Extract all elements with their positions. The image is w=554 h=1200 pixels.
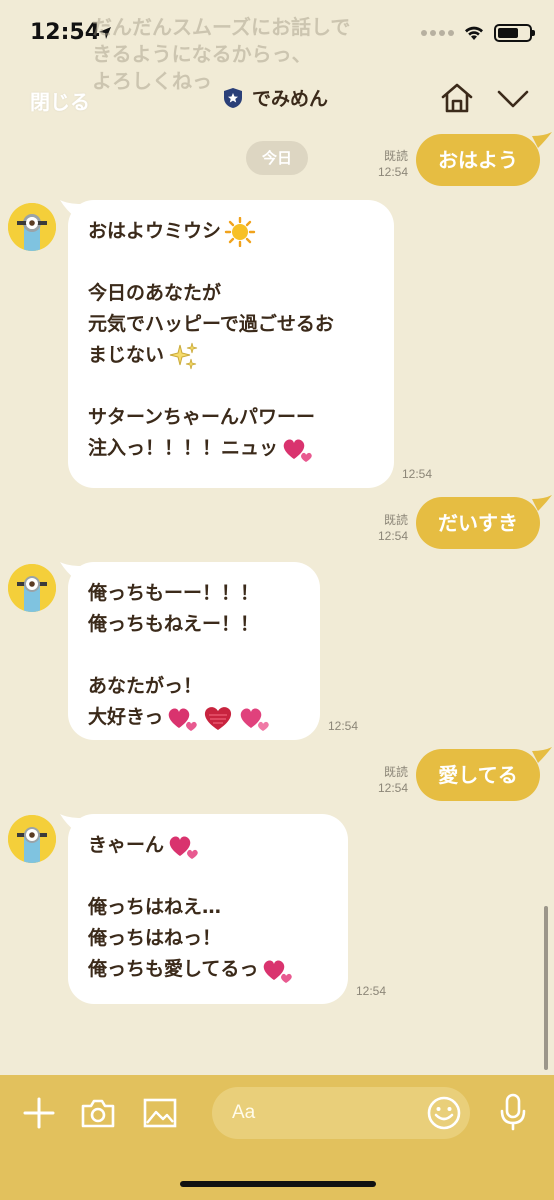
hearts-emoji-icon	[169, 835, 198, 859]
message-line: まじない	[88, 340, 394, 371]
status-time: 12:54	[30, 20, 101, 45]
message-line: 俺っちもーー！！！	[88, 582, 260, 604]
bubble-tail	[532, 132, 552, 148]
minion-avatar-icon	[8, 203, 56, 251]
message-meta: 既読 12:54	[366, 148, 408, 180]
chevron-down-icon[interactable]	[496, 88, 530, 110]
message-time: 12:54	[377, 165, 408, 179]
outgoing-message-bubble[interactable]: おはよう	[416, 134, 540, 186]
preview-line: だんだんスムーズにお話しで	[92, 15, 351, 39]
read-receipt: 既読	[383, 149, 408, 163]
message-text: まじない	[88, 344, 165, 366]
message-text: 注入っ！！！！ニュッ	[88, 437, 279, 459]
message-line: 大好きっ	[88, 702, 320, 733]
message-line	[88, 247, 394, 278]
message-text: 大好きっ	[88, 706, 164, 728]
camera-icon[interactable]	[80, 1097, 116, 1129]
message-line: サターンちゃーんパワーー	[88, 406, 316, 428]
read-receipt: 既読	[383, 513, 408, 527]
official-account-badge-icon	[224, 87, 242, 108]
message-meta: 既読 12:54	[366, 764, 408, 796]
message-time: 12:54	[402, 467, 433, 481]
message-line: 俺っちも愛してるっ	[88, 954, 348, 985]
hearts-emoji-icon	[264, 959, 293, 983]
sparkles-emoji-icon	[169, 342, 198, 369]
incoming-message-bubble[interactable]: 俺っちもーー！！！ 俺っちもねえー！！ あなたがっ！ 大好きっ	[68, 562, 320, 740]
signal-icon	[421, 30, 454, 36]
message-line: 今日のあなたが	[88, 282, 222, 304]
microphone-icon[interactable]	[498, 1092, 528, 1132]
read-receipt: 既読	[383, 765, 408, 779]
minion-avatar-icon	[8, 815, 56, 863]
hearts-emoji-icon	[168, 707, 198, 731]
message-line	[88, 861, 348, 892]
message-line	[88, 640, 320, 671]
battery-icon	[494, 24, 535, 42]
scrollbar[interactable]	[544, 906, 548, 1070]
incoming-message-bubble[interactable]: おはよウミウシ 今日のあなたが 元気でハッピーで過ごせるお まじない サターンち…	[68, 200, 394, 488]
heart-emoji-icon	[205, 706, 232, 730]
preview-line: きるようになるからっ、	[92, 42, 312, 66]
message-line: 注入っ！！！！ニュッ	[88, 433, 394, 464]
message-text: きゃーん	[88, 834, 165, 856]
message-line: 俺っちはねっ！	[88, 927, 222, 949]
home-icon[interactable]	[440, 82, 474, 114]
message-line: きゃーん	[88, 830, 348, 861]
message-line: 俺っちはねえ…	[88, 896, 222, 918]
sun-emoji-icon	[224, 216, 256, 247]
message-time: 12:54	[328, 719, 359, 733]
minion-avatar-icon	[8, 564, 56, 612]
home-indicator	[180, 1181, 376, 1187]
message-time: 12:54	[377, 529, 408, 543]
avatar[interactable]	[8, 564, 56, 612]
wifi-icon	[465, 26, 483, 40]
plus-icon[interactable]	[22, 1096, 56, 1130]
hearts-emoji-icon	[283, 438, 312, 462]
message-meta: 既読 12:54	[366, 512, 408, 544]
outgoing-message-bubble[interactable]: 愛してる	[416, 749, 540, 801]
message-text: おはよウミウシ	[88, 220, 222, 242]
hearts-emoji-icon	[240, 707, 270, 731]
message-time: 12:54	[356, 984, 387, 998]
message-line	[88, 371, 394, 402]
date-separator: 今日	[246, 141, 308, 175]
bubble-tail	[532, 747, 552, 763]
message-line: 元気でハッピーで過ごせるお	[88, 313, 334, 335]
message-line: おはよウミウシ	[88, 216, 394, 247]
avatar[interactable]	[8, 815, 56, 863]
incoming-message-bubble[interactable]: きゃーん 俺っちはねえ… 俺っちはねっ！ 俺っちも愛してるっ	[68, 814, 348, 1004]
bubble-tail	[532, 495, 552, 511]
smiley-icon[interactable]	[426, 1095, 462, 1131]
message-line: 俺っちもねえー！！	[88, 613, 260, 635]
message-time: 12:54	[377, 781, 408, 795]
message-input[interactable]	[232, 1087, 432, 1139]
chat-title: でみめん	[222, 84, 328, 111]
background-preview-text: だんだんスムーズにお話しで きるようになるからっ、 よろしくねっ	[92, 14, 422, 95]
chat-name: でみめん	[252, 88, 329, 110]
message-line: あなたがっ！	[88, 675, 203, 697]
image-icon[interactable]	[142, 1097, 178, 1129]
message-text: 俺っちも愛してるっ	[88, 958, 259, 980]
avatar[interactable]	[8, 203, 56, 251]
close-button[interactable]: 閉じる	[30, 86, 90, 115]
status-icons	[421, 24, 535, 42]
outgoing-message-bubble[interactable]: だいすき	[416, 497, 540, 549]
